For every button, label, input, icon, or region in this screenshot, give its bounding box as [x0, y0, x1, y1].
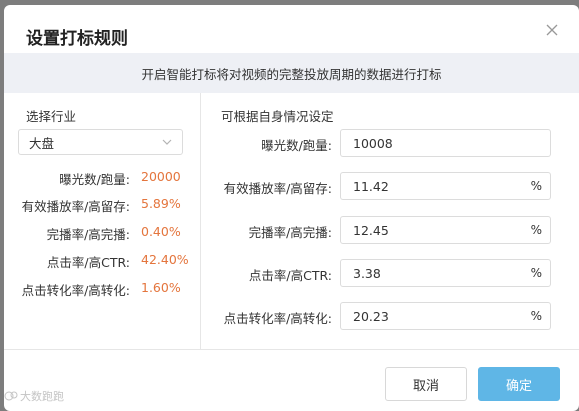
field-value: 20.23 [353, 308, 389, 324]
percent-unit: % [530, 266, 542, 280]
stat-value: 20000 [141, 169, 181, 184]
field-row-conversion: 点击转化率/高转化: 20.23 % [201, 302, 579, 330]
close-icon [546, 24, 558, 36]
stat-label: 点击转化率/高转化: [21, 283, 130, 298]
field-label: 点击转化率/高转化: [223, 311, 332, 326]
stat-row-conversion: 点击转化率/高转化: 1.60% [4, 280, 200, 298]
dialog-title: 设置打标规则 [26, 29, 128, 49]
stat-label: 有效播放率/高留存: [21, 199, 130, 214]
watermark-text: 大数跑跑 [20, 390, 64, 403]
field-label: 曝光数/跑量: [261, 138, 332, 153]
industry-select[interactable]: 大盘 [18, 129, 183, 155]
field-value: 10008 [353, 135, 393, 151]
stat-row-ctr: 点击率/高CTR: 42.40% [4, 252, 200, 270]
watermark: 大数跑跑 [4, 388, 64, 404]
watermark-logo-icon [4, 391, 18, 401]
field-label: 完播率/高完播: [248, 225, 332, 240]
exposure-input[interactable]: 10008 [340, 129, 551, 157]
retention-rate-input[interactable]: 11.42 % [340, 172, 551, 200]
ctr-input[interactable]: 3.38 % [340, 259, 551, 287]
field-row-completion: 完播率/高完播: 12.45 % [201, 216, 579, 244]
custom-section-title: 可根据自身情况设定 [221, 109, 334, 124]
stat-label: 曝光数/跑量: [59, 172, 130, 187]
dialog-footer: 取消 确定 [4, 349, 579, 411]
conversion-rate-input[interactable]: 20.23 % [340, 302, 551, 330]
rule-settings-dialog: 设置打标规则 开启智能打标将对视频的完整投放周期的数据进行打标 选择行业 大盘 … [4, 5, 579, 411]
confirm-button[interactable]: 确定 [478, 367, 560, 401]
field-value: 3.38 [353, 265, 381, 281]
industry-selected-value: 大盘 [29, 135, 55, 151]
field-row-exposure: 曝光数/跑量: 10008 [201, 129, 579, 157]
industry-section-title: 选择行业 [26, 109, 77, 124]
close-button[interactable] [541, 19, 563, 41]
percent-unit: % [530, 309, 542, 323]
field-row-retention: 有效播放率/高留存: 11.42 % [201, 172, 579, 200]
custom-threshold-panel: 可根据自身情况设定 曝光数/跑量: 10008 有效播放率/高留存: 11.42… [201, 93, 579, 349]
field-value: 11.42 [353, 178, 389, 194]
stat-value: 5.89% [141, 196, 181, 211]
stat-row-completion: 完播率/高完播: 0.40% [4, 224, 200, 242]
percent-unit: % [530, 179, 542, 193]
completion-rate-input[interactable]: 12.45 % [340, 216, 551, 244]
stat-label: 点击率/高CTR: [46, 255, 130, 270]
field-label: 有效播放率/高留存: [223, 181, 332, 196]
stat-label: 完播率/高完播: [46, 227, 130, 242]
banner-text: 开启智能打标将对视频的完整投放周期的数据进行打标 [141, 66, 442, 82]
stat-value: 42.40% [141, 252, 189, 267]
stat-row-retention: 有效播放率/高留存: 5.89% [4, 196, 200, 214]
industry-reference-panel: 选择行业 大盘 曝光数/跑量: 20000 有效播放率/高留存: 5.89% 完… [4, 93, 201, 349]
stat-value: 1.60% [141, 280, 181, 295]
stat-row-exposure: 曝光数/跑量: 20000 [4, 169, 200, 187]
field-row-ctr: 点击率/高CTR: 3.38 % [201, 259, 579, 287]
info-banner: 开启智能打标将对视频的完整投放周期的数据进行打标 [4, 53, 579, 93]
stat-value: 0.40% [141, 224, 181, 239]
cancel-button[interactable]: 取消 [385, 367, 467, 401]
chevron-down-icon [162, 139, 172, 145]
field-value: 12.45 [353, 222, 389, 238]
field-label: 点击率/高CTR: [248, 268, 332, 283]
percent-unit: % [530, 223, 542, 237]
